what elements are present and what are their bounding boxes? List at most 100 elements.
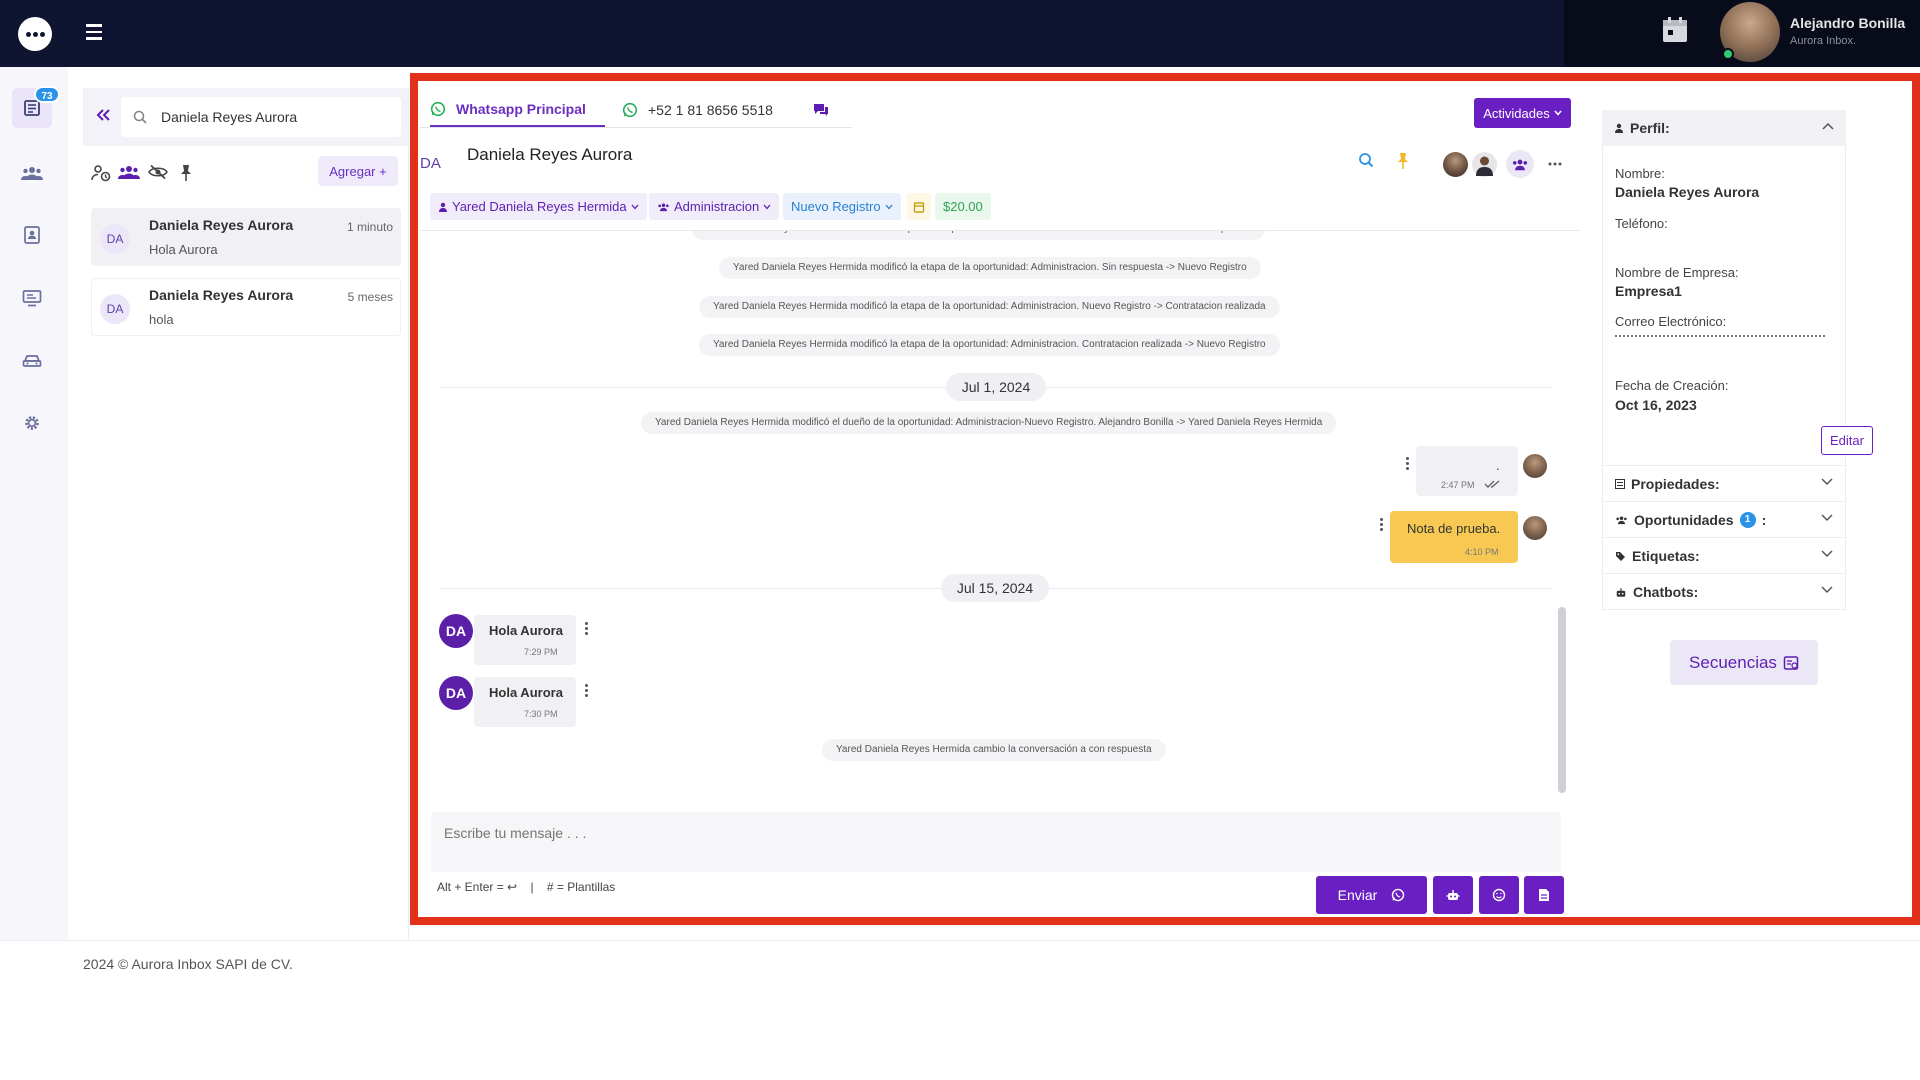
left-icon-rail <box>0 67 68 940</box>
profile-header[interactable]: Perfil: <box>1602 110 1846 146</box>
users-icon <box>658 202 669 211</box>
tab-phone-number[interactable]: +52 1 81 8656 5518 <box>622 93 773 127</box>
search-messages-icon[interactable] <box>1358 152 1374 168</box>
created-value: Oct 16, 2023 <box>1615 397 1697 413</box>
amount-tag[interactable]: $20.00 <box>935 193 991 220</box>
composer-hint: Alt + Enter = ↩ | # = Plantillas <box>437 880 615 894</box>
chevron-down-icon <box>1821 550 1833 558</box>
agent-avatar[interactable] <box>1472 152 1497 177</box>
tab-internal-chat[interactable] <box>812 93 830 127</box>
incoming-message[interactable]: Hola Aurora 7:29 PM <box>474 615 576 665</box>
app-logo-icon[interactable] <box>18 17 52 51</box>
system-message: Yared Daniela Reyes Hermida modificó la … <box>699 334 1280 356</box>
message-text: . <box>1496 458 1500 473</box>
menu-icon[interactable] <box>86 24 102 40</box>
owner-tag[interactable]: Yared Daniela Reyes Hermida <box>430 193 647 220</box>
send-button[interactable]: Enviar <box>1316 876 1427 914</box>
calendar-icon[interactable] <box>1660 15 1690 45</box>
rail-contact-book[interactable] <box>12 215 52 255</box>
double-check-icon <box>1484 480 1500 488</box>
profile-details: Nombre: Daniela Reyes Aurora Teléfono: N… <box>1602 146 1846 466</box>
sequences-button[interactable]: Secuencias <box>1670 640 1818 685</box>
system-message: Yared Daniela Reyes Hermida cambio la co… <box>822 739 1166 761</box>
rail-broadcast[interactable] <box>12 278 52 318</box>
actividades-button[interactable]: Actividades <box>1474 98 1571 128</box>
footer-divider <box>0 940 1920 941</box>
conversation-search-input[interactable] <box>161 107 391 127</box>
edit-profile-button[interactable]: Editar <box>1821 426 1873 455</box>
contact-book-icon <box>24 226 40 244</box>
whatsapp-icon <box>1392 888 1405 902</box>
online-status-indicator <box>1722 48 1734 60</box>
date-separator: Jul 15, 2024 <box>941 574 1049 602</box>
created-label: Fecha de Creación: <box>1615 378 1729 393</box>
assign-filter-icon[interactable] <box>91 164 111 182</box>
system-message: Yared Daniela Reyes Hermida modificó la … <box>719 257 1261 279</box>
conversation-search-row <box>83 88 409 146</box>
stage-tag[interactable]: Nuevo Registro <box>783 193 901 220</box>
conversation-item[interactable]: DA Daniela Reyes Aurora hola 5 meses <box>91 278 401 336</box>
contact-initials: DA <box>420 155 441 172</box>
pin-conversation-icon[interactable] <box>1397 152 1409 170</box>
amount-tag-icon-wrapper[interactable] <box>907 193 931 220</box>
rail-settings[interactable] <box>12 403 52 443</box>
tab-whatsapp-principal[interactable]: Whatsapp Principal <box>430 93 605 127</box>
chatbots-section[interactable]: Chatbots: <box>1602 574 1846 610</box>
team-filter-icon[interactable] <box>118 164 140 180</box>
message-options-icon[interactable] <box>1380 518 1384 533</box>
collapse-panel-icon[interactable] <box>95 107 111 123</box>
message-options-icon[interactable] <box>585 684 589 699</box>
users-icon <box>21 167 43 180</box>
monitor-icon <box>22 290 42 307</box>
message-input[interactable] <box>431 812 1561 872</box>
chevron-up-icon <box>1822 122 1834 130</box>
properties-section[interactable]: Propiedades: <box>1602 466 1846 502</box>
chevron-down-icon <box>1554 110 1562 116</box>
message-time: 4:10 PM <box>1465 547 1499 557</box>
conversation-list-panel: Agregar + DA Daniela Reyes Aurora Hola A… <box>83 88 409 940</box>
rail-pipeline[interactable] <box>12 341 52 381</box>
agent-avatar[interactable] <box>1443 152 1468 177</box>
message-time: 2:47 PM <box>1441 480 1475 490</box>
system-message: Yared Daniela Reyes Hermida modificó la … <box>692 231 1265 240</box>
contact-name[interactable]: Daniela Reyes Aurora <box>467 145 632 165</box>
emoji-icon <box>1492 888 1506 902</box>
incoming-message[interactable]: Hola Aurora 7:30 PM <box>474 677 576 727</box>
conversation-item[interactable]: DA Daniela Reyes Aurora Hola Aurora 1 mi… <box>91 208 401 266</box>
rail-contacts[interactable] <box>12 153 52 193</box>
message-options-icon[interactable] <box>585 622 589 637</box>
conversation-search-box[interactable] <box>121 97 401 137</box>
outgoing-message[interactable]: . 2:47 PM <box>1416 446 1518 496</box>
note-message[interactable]: Nota de prueba. 4:10 PM <box>1390 511 1518 563</box>
team-tag[interactable]: Administracion <box>649 193 780 220</box>
emoji-button[interactable] <box>1479 876 1519 914</box>
car-icon <box>22 355 42 367</box>
templates-hint[interactable]: # = Plantillas <box>547 880 615 894</box>
team-tag-label: Administracion <box>674 199 760 214</box>
search-icon <box>133 110 147 124</box>
opportunities-count: 1 <box>1739 512 1756 528</box>
pin-icon[interactable] <box>180 164 192 182</box>
chevron-down-icon <box>885 204 893 209</box>
chatbot-button[interactable] <box>1433 876 1473 914</box>
eye-slash-icon[interactable] <box>148 164 168 180</box>
attach-file-button[interactable] <box>1524 876 1564 914</box>
chevron-down-icon <box>1821 514 1833 522</box>
owner-tag-label: Yared Daniela Reyes Hermida <box>452 199 627 214</box>
message-options-icon[interactable] <box>1406 457 1410 472</box>
user-name[interactable]: Alejandro Bonilla <box>1790 15 1905 31</box>
chevron-down-icon <box>763 204 771 209</box>
list-icon <box>1615 479 1625 489</box>
conversation-time: 1 minuto <box>346 220 393 234</box>
my-avatar <box>1523 454 1547 478</box>
chat-scrollbar[interactable] <box>1558 607 1566 793</box>
chat-bubbles-icon <box>814 104 828 116</box>
add-conversation-button[interactable]: Agregar + <box>318 156 398 186</box>
message-time: 7:30 PM <box>524 709 558 719</box>
assign-team-icon[interactable] <box>1506 150 1534 178</box>
conversation-name: Daniela Reyes Aurora <box>149 287 294 303</box>
tags-section[interactable]: Etiquetas: <box>1602 538 1846 574</box>
more-options-icon[interactable] <box>1548 162 1562 166</box>
opportunities-section[interactable]: Oportunidades 1 : <box>1602 502 1846 538</box>
profile-panel: Perfil: Nombre: Daniela Reyes Aurora Tel… <box>1602 110 1846 610</box>
